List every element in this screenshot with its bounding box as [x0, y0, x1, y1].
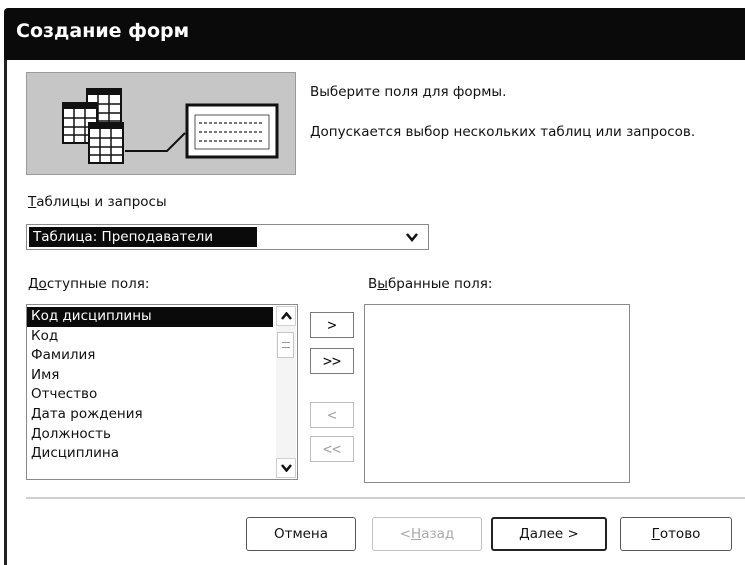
selected-fields-list[interactable]	[364, 304, 630, 483]
add-field-button[interactable]: >	[310, 312, 354, 338]
available-fields-label: Доступные поля:	[28, 276, 150, 292]
list-item[interactable]: Фамилия	[27, 346, 273, 366]
list-item[interactable]: Дата рождения	[27, 405, 273, 425]
selected-fields-label: Выбранные поля:	[368, 276, 493, 292]
chevron-down-icon[interactable]	[276, 458, 296, 478]
vertical-scrollbar[interactable]	[276, 306, 296, 478]
list-item[interactable]: Код дисциплины	[27, 307, 273, 327]
list-item[interactable]: Дисциплина	[27, 444, 273, 464]
add-all-fields-button[interactable]: >>	[310, 348, 354, 374]
list-item[interactable]: Код	[27, 327, 273, 347]
remove-field-button[interactable]: <	[310, 402, 354, 428]
form-icon	[185, 103, 279, 159]
form-wizard-dialog: Создание форм Выберите поля для формы. Д…	[0, 0, 745, 565]
available-fields-list[interactable]: Код дисциплины Код Фамилия Имя Отчество Дата …	[26, 304, 298, 480]
list-item[interactable]: Должность	[27, 425, 273, 445]
instruction-text: Выберите поля для формы.	[310, 84, 507, 100]
combobox-selected-value: Таблица: Преподаватели	[29, 227, 257, 247]
cancel-button[interactable]: Отмена	[246, 517, 356, 551]
title-bar: Создание форм	[4, 8, 745, 60]
tables-to-form-icon	[26, 72, 296, 175]
window-title: Создание форм	[16, 20, 190, 42]
tables-queries-combobox[interactable]: Таблица: Преподаватели	[26, 224, 429, 250]
instruction-subtext: Допускается выбор нескольких таблиц или …	[310, 124, 696, 140]
finish-button[interactable]: Готово	[620, 517, 732, 551]
chevron-down-icon[interactable]	[398, 227, 426, 247]
footer-divider	[26, 497, 745, 499]
remove-all-fields-button[interactable]: <<	[310, 436, 354, 462]
back-button[interactable]: < Назад	[372, 517, 482, 551]
list-item[interactable]: Отчество	[27, 385, 273, 405]
table-front-icon	[88, 122, 124, 164]
chevron-up-icon[interactable]	[276, 306, 296, 326]
next-button[interactable]: Далее >	[491, 517, 607, 551]
tables-queries-label: Таблицы и запросы	[28, 194, 167, 210]
scrollbar-thumb[interactable]	[277, 332, 294, 358]
list-item[interactable]: Имя	[27, 366, 273, 386]
